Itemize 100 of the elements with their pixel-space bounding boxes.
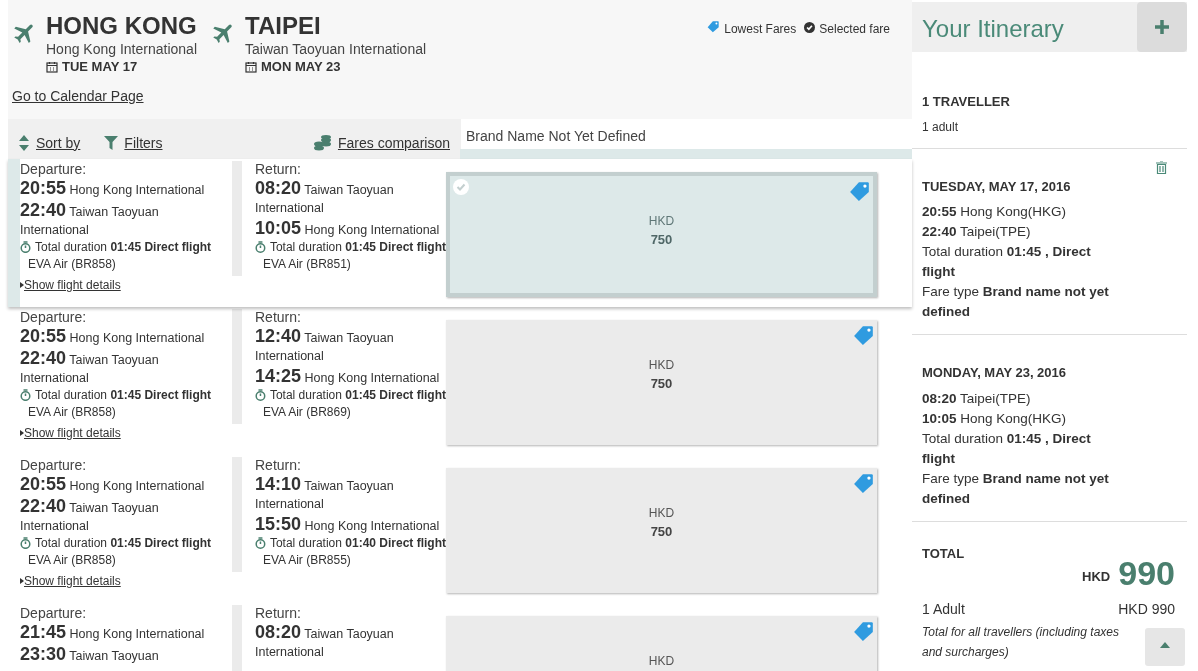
plus-icon — [1155, 20, 1169, 34]
total-currency: HKD — [1082, 567, 1111, 586]
stopwatch-icon — [255, 241, 266, 253]
flight-time-text: 20:55 Hong Kong International — [20, 475, 206, 495]
stopwatch-icon — [20, 389, 31, 401]
leg-detail: Total duration 01:45 , Direct flight — [922, 243, 1092, 281]
leg-detail: 20:55 Hong Kong(HKG) — [922, 203, 1068, 221]
stopwatch-icon — [20, 241, 31, 253]
airline-text: EVA Air (BR858) — [27, 404, 117, 421]
airline-text: EVA Air (BR858) — [27, 552, 117, 569]
total-heading: TOTAL — [922, 544, 966, 563]
airline-text: EVA Air (BR869) — [262, 404, 352, 421]
price-tag-icon — [707, 20, 721, 33]
legend-label: Lowest Fares — [724, 21, 797, 38]
flight-time-text: 15:50 Hong Kong International — [255, 515, 441, 535]
trash-icon[interactable] — [1156, 160, 1167, 174]
caret-icon — [20, 430, 24, 436]
duration-text: Total duration 01:40 Direct flight — [269, 535, 446, 551]
stopwatch-icon — [255, 537, 266, 549]
travellers-heading: 1 TRAVELLER — [922, 93, 1011, 111]
passenger-amount: HKD 990 — [1118, 600, 1175, 619]
travel-date: TUE MAY 17 — [62, 58, 138, 76]
flight-time-text: 08:20 Taiwan Taoyuan International — [255, 179, 395, 217]
flight-time-text: 22:40 Taiwan Taoyuan International — [20, 201, 160, 239]
leg-label: Departure: — [20, 161, 88, 177]
fare-currency: HKD — [648, 213, 675, 230]
flight-time-text: 20:55 Hong Kong International — [20, 179, 206, 199]
duration-text: Total duration 01:45 Direct flight — [269, 239, 446, 255]
total-amount: 990 — [1118, 555, 1175, 591]
leg-detail: Fare type Brand name not yet defined — [922, 283, 1110, 321]
fare-price: 750 — [650, 231, 673, 249]
leg-date: MONDAY, MAY 23, 2016 — [922, 364, 1068, 382]
flight-time-text: 08:20 Taiwan Taoyuan International — [255, 623, 395, 661]
flight-time-text: 20:55 Hong Kong International — [20, 327, 206, 347]
show-details-link[interactable]: Show flight details — [20, 276, 121, 294]
flight-time-text: 21:45 Hong Kong International — [20, 623, 206, 643]
city-title: HONG KONG — [46, 12, 197, 40]
flight-time-text: 23:30 Taiwan Taoyuan — [20, 645, 160, 665]
leg-detail: Fare type Brand name not yet defined — [922, 469, 1110, 508]
passenger-label: 1 Adult — [922, 600, 965, 619]
leg-label: Return: — [255, 457, 302, 473]
flight-time-text: 12:40 Taiwan Taoyuan International — [255, 327, 395, 365]
check-circle-icon — [804, 22, 816, 33]
fare-currency: HKD — [648, 357, 675, 374]
toolbar-button[interactable]: Filters — [104, 132, 163, 154]
leg-label: Departure: — [20, 605, 88, 621]
leg-label: Departure: — [20, 309, 88, 325]
duration-text: Total duration 01:45 Direct flight — [269, 387, 446, 403]
fare-card[interactable]: HKD 750 — [446, 172, 877, 297]
leg-date: TUESDAY, MAY 17, 2016 — [922, 177, 1072, 196]
airline-text: EVA Air (BR851) — [262, 256, 352, 273]
coins-icon — [313, 135, 332, 151]
travellers-count: 1 adult — [922, 118, 960, 136]
show-details-link[interactable]: Show flight details — [20, 424, 121, 442]
duration-text: Total duration 01:45 Direct flight — [35, 387, 212, 403]
caret-icon — [20, 578, 24, 584]
flight-time-text: 22:40 Taiwan Taoyuan International — [20, 497, 160, 535]
fare-currency: HKD — [648, 653, 675, 670]
flight-time-text: 14:25 Hong Kong International — [255, 367, 441, 387]
calendar-icon — [46, 61, 58, 73]
fare-card[interactable]: HKD 750 — [446, 468, 877, 593]
stopwatch-icon — [255, 389, 266, 401]
airline-text: EVA Air (BR858) — [27, 256, 117, 273]
toolbar-button[interactable]: Fares comparison — [313, 132, 450, 154]
leg-detail: 10:05 Hong Kong(HKG) — [922, 409, 1068, 428]
city-title: TAIPEI — [245, 12, 322, 40]
legend-label: Selected fare — [819, 21, 890, 38]
fare-price: 750 — [650, 523, 673, 541]
expand-button[interactable] — [1137, 2, 1187, 52]
flight-time-text: 22:40 Taiwan Taoyuan International — [20, 349, 160, 387]
fare-currency: HKD — [648, 505, 675, 522]
check-circle-icon — [453, 179, 469, 195]
airline-text: EVA Air (BR855) — [262, 552, 352, 569]
toolbar-button[interactable]: Sort by — [18, 132, 81, 154]
result-row[interactable] — [8, 159, 912, 307]
fare-card[interactable]: HKD 750 — [446, 320, 877, 445]
duration-text: Total duration 01:45 Direct flight — [35, 239, 212, 255]
leg-detail: Total duration 01:45 , Direct flight — [922, 429, 1092, 468]
travel-date: MON MAY 23 — [261, 58, 341, 76]
leg-label: Return: — [255, 309, 302, 325]
fare-card[interactable]: HKD — [446, 616, 877, 671]
leg-label: Return: — [255, 161, 302, 177]
leg-detail: 08:20 Taipei(TPE) — [922, 389, 1032, 408]
calendar-icon — [245, 61, 257, 73]
itinerary-title: Your Itinerary — [921, 14, 1065, 44]
filter-icon — [104, 136, 119, 150]
flight-time-text: 14:10 Taiwan Taoyuan International — [255, 475, 395, 513]
airport-name: Hong Kong International — [46, 40, 197, 58]
duration-text: Total duration 01:45 Direct flight — [35, 535, 212, 551]
flight-time-text: 10:05 Hong Kong International — [255, 219, 441, 239]
airport-name: Taiwan Taoyuan International — [245, 40, 427, 58]
leg-label: Return: — [255, 605, 302, 621]
sort-icon — [18, 135, 30, 151]
fare-price: 750 — [650, 375, 673, 393]
leg-label: Departure: — [20, 457, 88, 473]
calendar-link[interactable]: Go to Calendar Page — [12, 86, 144, 107]
leg-detail: 22:40 Taipei(TPE) — [922, 223, 1032, 241]
total-note: Total for all travellers (including taxes and surcharges) — [922, 624, 1120, 661]
stopwatch-icon — [20, 537, 31, 549]
show-details-link[interactable]: Show flight details — [20, 572, 121, 590]
